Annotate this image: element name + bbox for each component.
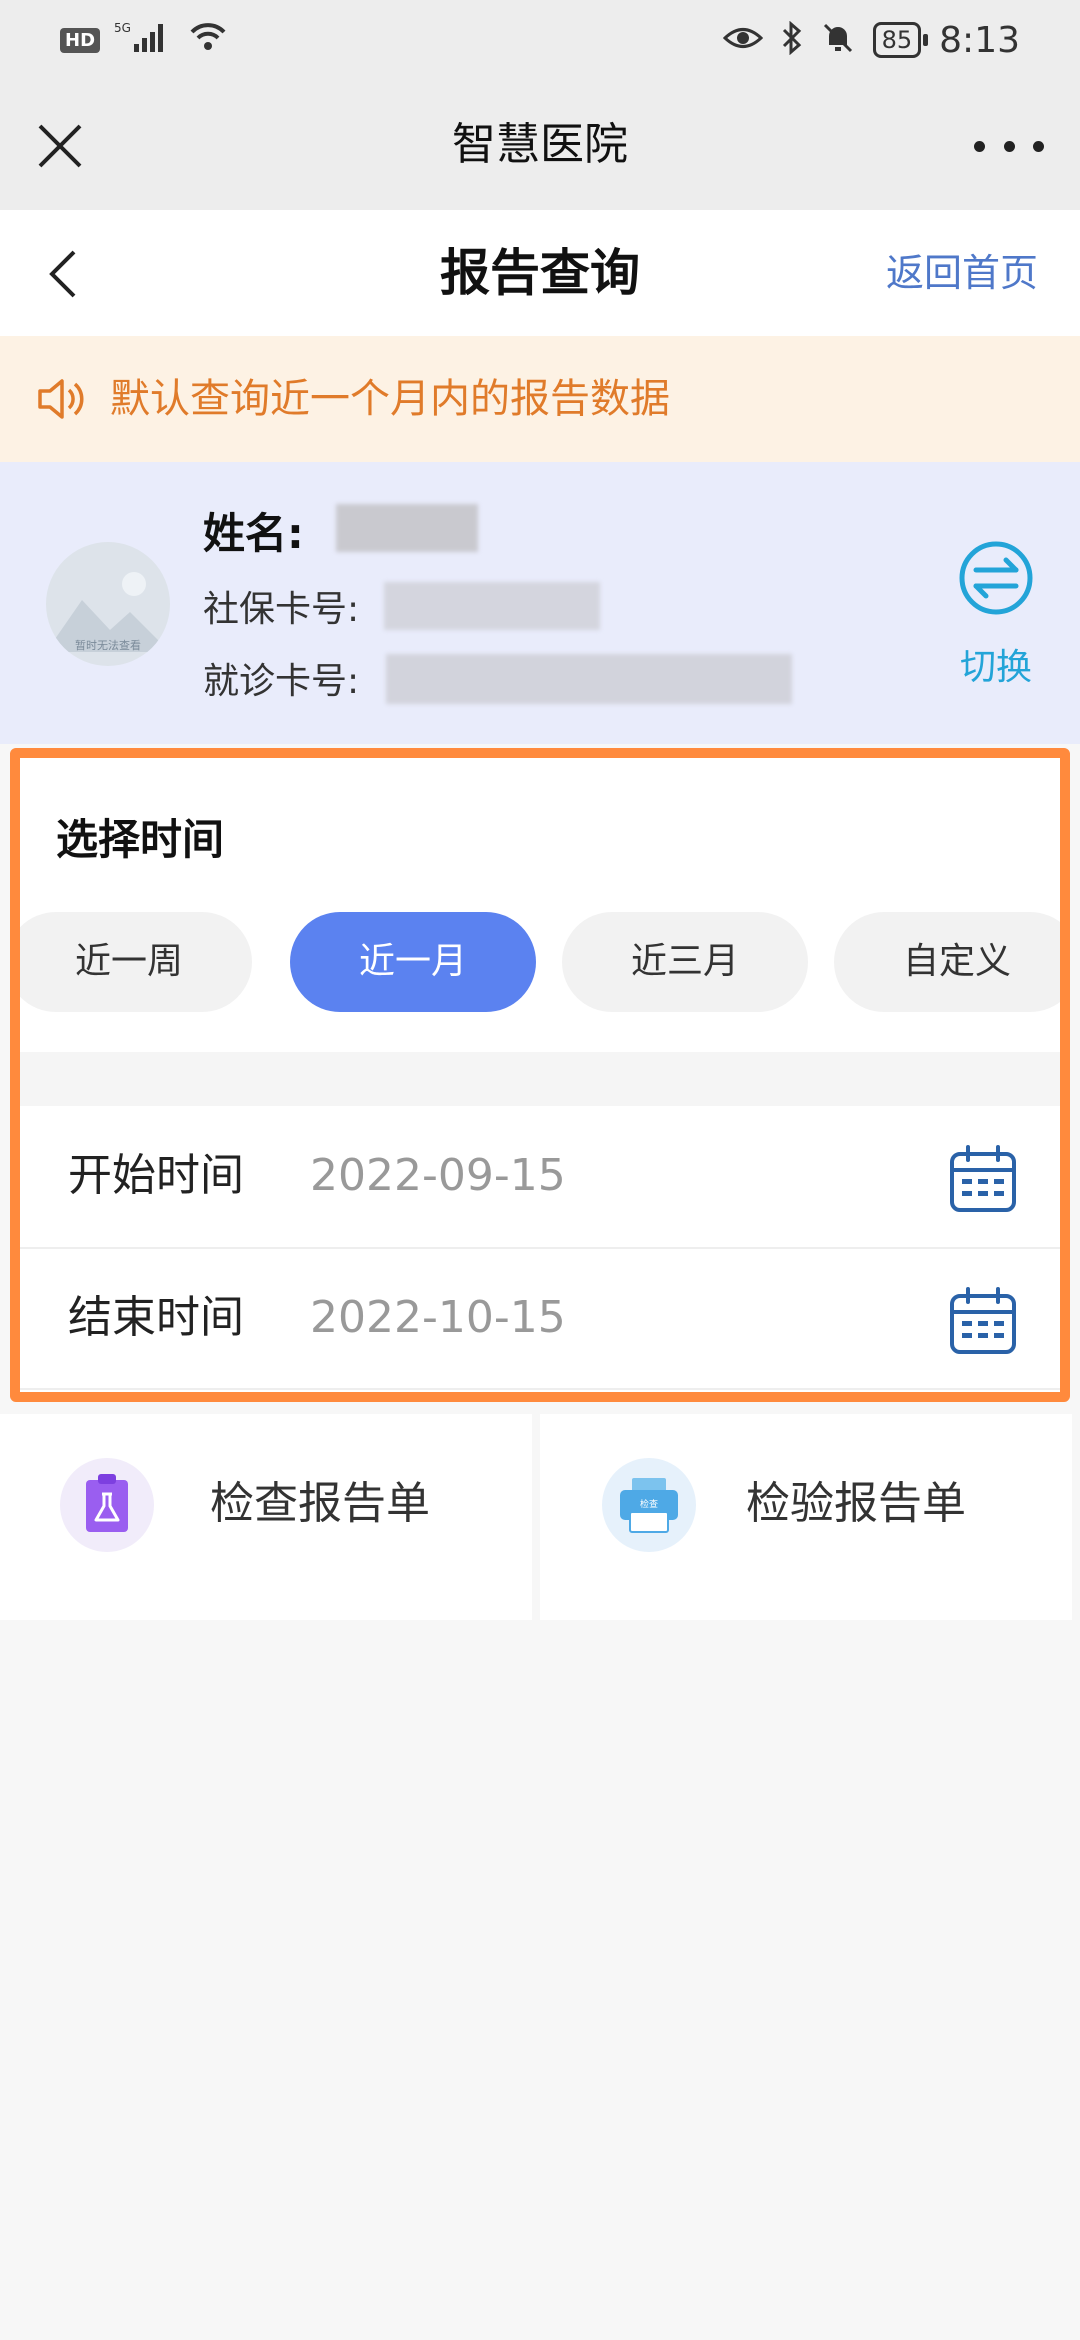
calendar-icon[interactable] (948, 1144, 1018, 1214)
start-time-value[interactable]: 2022-09-15 (310, 1106, 566, 1246)
chip-custom[interactable]: 自定义 (834, 912, 1060, 1012)
notice-bar: 默认查询近一个月内的报告数据 (0, 336, 1080, 462)
chip-last-month[interactable]: 近一月 (290, 912, 536, 1012)
name-redacted (336, 504, 478, 552)
exam-report-button[interactable]: 检查报告单 (0, 1414, 532, 1620)
calendar-icon[interactable] (948, 1286, 1018, 1356)
patient-card: 暂时无法查看 姓名: 社保卡号: 就诊卡号: 切换 (0, 462, 1080, 744)
battery-indicator: 85 (872, 22, 928, 58)
switch-icon (959, 541, 1033, 615)
end-time-value[interactable]: 2022-10-15 (310, 1248, 566, 1388)
status-bar: HD 5G 85 8:13 (0, 0, 1080, 80)
switch-label: 切换 (959, 647, 1032, 688)
bluetooth-icon (781, 20, 803, 59)
start-time-label: 开始时间 (68, 1150, 244, 1201)
notice-text: 默认查询近一个月内的报告数据 (110, 376, 670, 422)
chip-last-three-months[interactable]: 近三月 (562, 912, 808, 1012)
hd-badge: HD (60, 27, 101, 53)
avatar: 暂时无法查看 (46, 542, 170, 666)
section-divider (20, 1052, 1060, 1106)
back-icon[interactable] (40, 246, 90, 302)
speaker-icon (36, 376, 88, 422)
visit-card-label: 就诊卡号: (203, 661, 360, 702)
start-time-row[interactable]: 开始时间 2022-09-15 (20, 1106, 1060, 1246)
mini-program-title: 智慧医院 (452, 119, 628, 170)
end-time-row[interactable]: 结束时间 2022-10-15 (20, 1248, 1060, 1388)
visit-card-redacted (386, 654, 792, 704)
signal-icon: 5G (114, 20, 174, 61)
row-divider (20, 1388, 1060, 1390)
mini-program-bar: 智慧医院 (0, 80, 1080, 210)
home-link[interactable]: 返回首页 (886, 210, 1038, 336)
status-left: HD 5G (60, 18, 228, 62)
end-time-label: 结束时间 (68, 1292, 244, 1343)
clock: 8:13 (939, 19, 1020, 61)
wifi-icon (188, 20, 228, 61)
social-card-label: 社保卡号: (203, 589, 360, 630)
social-card-redacted (384, 582, 600, 630)
avatar-placeholder-text: 暂时无法查看 (75, 639, 141, 652)
exam-report-label: 检查报告单 (210, 1478, 430, 1529)
chip-last-week[interactable]: 近一周 (20, 912, 252, 1012)
more-menu-icon[interactable] (974, 118, 1044, 174)
mute-bell-icon (821, 21, 855, 59)
lab-report-label: 检验报告单 (746, 1478, 966, 1529)
printer-icon-text: 检查 (640, 1498, 658, 1510)
time-select-title: 选择时间 (56, 815, 225, 864)
clipboard-flask-icon (60, 1458, 154, 1552)
time-select-panel: 选择时间 近一周 近一月 近三月 自定义 开始时间 2022-09-15 结束时… (10, 748, 1070, 1402)
page-header: 报告查询 返回首页 (0, 210, 1080, 336)
eye-icon (722, 23, 763, 57)
printer-icon: 检查 (602, 1458, 696, 1552)
name-label: 姓名: (203, 509, 304, 558)
status-right: 85 8:13 (722, 14, 1020, 66)
lab-report-button[interactable]: 检查 检验报告单 (540, 1414, 1072, 1620)
network-label: 5G (114, 21, 131, 35)
switch-patient-button[interactable]: 切换 (946, 538, 1046, 688)
close-icon[interactable] (30, 116, 90, 176)
